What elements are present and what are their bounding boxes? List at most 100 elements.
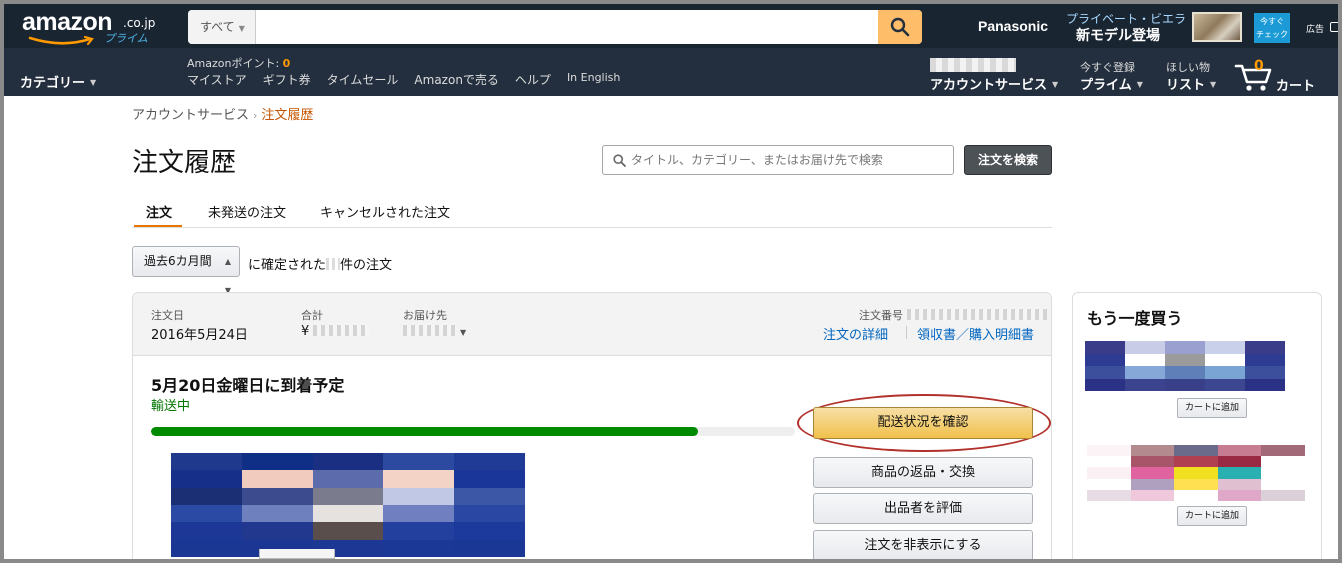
- ad-brand[interactable]: Panasonic: [978, 18, 1048, 34]
- mosaic-cell: [171, 505, 242, 523]
- ad-check-badge[interactable]: 今すぐ チェック: [1254, 13, 1290, 43]
- buy-again-item-2-add-button[interactable]: カートに追加: [1177, 506, 1247, 526]
- time-range-select[interactable]: 過去6カ月間 ▲ ▼: [132, 246, 240, 295]
- top-nav: amazon .co.jp プライム すべて ▼ Panasonic プライベート…: [4, 4, 1338, 96]
- category-menu[interactable]: カテゴリー ▼: [20, 72, 96, 91]
- order-count-prefix: に確定された: [248, 258, 327, 273]
- nav-link-help[interactable]: ヘルプ: [515, 71, 551, 88]
- ad-line2[interactable]: 新モデル登場: [1076, 25, 1160, 45]
- recipient-dropdown[interactable]: ▼: [403, 324, 466, 339]
- order-tabs: 注文 未発送の注文 キャンセルされた注文: [132, 200, 1052, 228]
- mosaic-cell: [1261, 456, 1305, 468]
- cart-count: 0: [1254, 58, 1264, 74]
- account-services-label: アカウントサービス: [930, 78, 1048, 93]
- mosaic-cell: [1087, 445, 1131, 457]
- order-total-redacted: [313, 325, 370, 336]
- mosaic-cell: [1165, 366, 1205, 379]
- search-category-dropdown[interactable]: すべて ▼: [188, 10, 256, 44]
- buy-again-item-1-image[interactable]: [1085, 341, 1285, 391]
- receipt-link[interactable]: 領収書／購入明細書: [917, 324, 1034, 343]
- chevron-down-icon: ▼: [1210, 80, 1217, 89]
- mosaic-cell: [1085, 353, 1125, 366]
- logo-prime: プライム: [104, 32, 148, 45]
- buy-again-item-1-add-button[interactable]: カートに追加: [1177, 398, 1247, 418]
- mosaic-cell: [383, 453, 455, 471]
- track-package-button[interactable]: 配送状況を確認: [813, 407, 1033, 439]
- shipping-status: 輸送中: [151, 399, 191, 414]
- order-date-value: 2016年5月24日: [151, 328, 248, 343]
- amazon-logo[interactable]: amazon .co.jp プライム: [20, 8, 170, 46]
- order-search-button[interactable]: 注文を検索: [964, 145, 1052, 175]
- nav-link-timesale[interactable]: タイムセール: [327, 71, 399, 88]
- mosaic-cell: [454, 487, 525, 505]
- mosaic-cell: [1174, 489, 1218, 501]
- tab-orders[interactable]: 注文: [146, 202, 172, 221]
- mosaic-cell: [312, 453, 384, 471]
- nav-link-english[interactable]: In English: [567, 71, 620, 88]
- mosaic-cell: [1261, 489, 1305, 501]
- order-ship-label: お届け先: [403, 309, 447, 322]
- mosaic-cell: [1174, 467, 1218, 479]
- mosaic-cell: [1261, 445, 1305, 457]
- order-number-label: 注文番号: [859, 307, 1047, 323]
- mosaic-cell: [1261, 467, 1305, 479]
- order-number-redacted: [906, 309, 1047, 320]
- account-name-redacted: [930, 58, 1016, 72]
- prime-menu[interactable]: プライム ▼: [1080, 74, 1143, 93]
- chevron-down-icon: ▼: [460, 328, 467, 337]
- mosaic-cell: [1217, 456, 1262, 468]
- order-header: 注文日 2016年5月24日 合計 ¥ お届け先 ▼ 注文番号 注文の詳細 領収…: [133, 293, 1051, 356]
- tab-cancelled[interactable]: キャンセルされた注文: [320, 202, 450, 221]
- shipping-progress-bar: [151, 427, 795, 436]
- mosaic-cell: [1087, 467, 1131, 479]
- mosaic-cell: [1125, 366, 1165, 379]
- search-icon: [613, 154, 626, 167]
- order-search-input[interactable]: [631, 146, 949, 174]
- mosaic-cell: [1165, 341, 1205, 354]
- mosaic-cell: [1205, 341, 1245, 354]
- account-services-menu[interactable]: アカウントサービス ▼: [930, 74, 1058, 93]
- breadcrumb-account[interactable]: アカウントサービス: [132, 108, 249, 123]
- ad-badge-line2: チェック: [1256, 30, 1288, 39]
- product-image-redacted[interactable]: [171, 453, 525, 557]
- wishlist-menu[interactable]: リスト ▼: [1166, 74, 1216, 93]
- mosaic-cell: [312, 505, 384, 523]
- main-search-input[interactable]: [258, 10, 876, 44]
- order-details-link[interactable]: 注文の詳細: [823, 324, 888, 343]
- rate-seller-button[interactable]: 出品者を評価: [813, 493, 1033, 524]
- hide-order-button[interactable]: 注文を非表示にする: [813, 530, 1033, 559]
- mosaic-cell: [241, 470, 313, 488]
- shipping-progress-fill: [151, 427, 699, 436]
- cart-button[interactable]: 0 カート: [1234, 58, 1324, 94]
- mosaic-cell: [1245, 378, 1285, 391]
- mosaic-cell: [454, 505, 525, 523]
- buy-again-item-2-image[interactable]: [1087, 445, 1305, 501]
- nav-link-sell[interactable]: Amazonで売る: [414, 71, 499, 88]
- nav-links: マイストア ギフト券 タイムセール Amazonで売る ヘルプ In Engli…: [187, 71, 636, 88]
- points-display[interactable]: Amazonポイント: 0: [187, 55, 290, 71]
- tab-unshipped[interactable]: 未発送の注文: [208, 202, 286, 221]
- search-button[interactable]: [878, 10, 922, 44]
- chevron-down-icon: ▼: [238, 24, 245, 33]
- link-divider: [906, 326, 907, 339]
- wishlist-small-text: ほしい物: [1166, 61, 1210, 74]
- time-range-value: 過去6カ月間: [144, 254, 212, 268]
- ad-badge-line1: 今すぐ: [1260, 17, 1284, 26]
- mosaic-cell: [241, 505, 313, 523]
- return-exchange-button[interactable]: 商品の返品・交換: [813, 457, 1033, 488]
- mosaic-cell: [1087, 456, 1131, 468]
- order-search-box: [602, 145, 954, 175]
- order-number-label-text: 注文番号: [859, 309, 903, 322]
- nav-link-mystore[interactable]: マイストア: [187, 71, 247, 88]
- mosaic-cell: [1165, 378, 1205, 391]
- mosaic-cell: [383, 522, 455, 540]
- ad-tv-image[interactable]: [1192, 12, 1242, 42]
- search-icon: [890, 17, 910, 37]
- order-count-suffix: 件の注文: [340, 258, 393, 273]
- nav-link-giftcard[interactable]: ギフト券: [263, 71, 311, 88]
- mosaic-cell: [1174, 478, 1218, 490]
- recipient-redacted: [403, 325, 457, 336]
- ad-feedback-icon[interactable]: [1330, 22, 1338, 32]
- mosaic-cell: [312, 487, 384, 505]
- mosaic-cell: [1217, 467, 1262, 479]
